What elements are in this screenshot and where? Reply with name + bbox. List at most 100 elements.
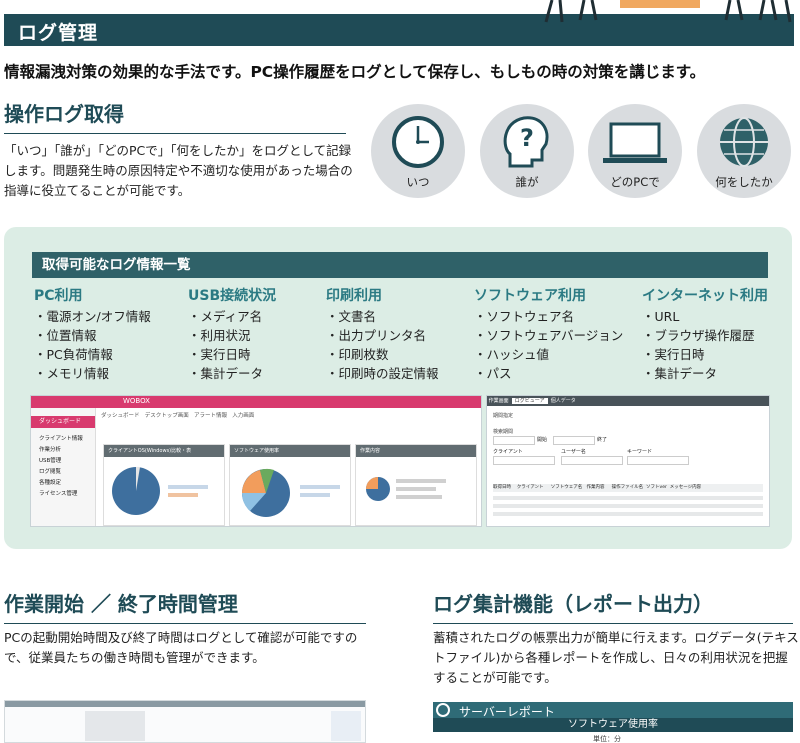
category-item: ・パス (474, 366, 512, 381)
keyword-input[interactable] (627, 456, 689, 465)
log-info-panel: 取得可能なログ情報一覧 PC利用 ・電源オン/オフ情報 ・位置情報 ・PC負荷情… (4, 227, 792, 549)
section-title-work-time: 作業開始 ／ 終了時間管理 (4, 588, 366, 624)
category-item: ・URL (642, 309, 680, 324)
logview-label: 期間指定 (493, 413, 514, 419)
category-title: 印刷利用 (326, 288, 382, 304)
dashboard-brand: WOBOX (123, 397, 150, 405)
svg-text:?: ? (520, 124, 534, 152)
category-item: ・出力プリンタ名 (326, 328, 427, 343)
tab-work[interactable]: 作業画面 (489, 398, 509, 404)
category-item: ・メモリ情報 (34, 366, 110, 381)
table-row (493, 496, 763, 500)
category-title: USB接続状況 (188, 288, 277, 304)
work-time-table-screenshot (4, 700, 366, 743)
section-text-operation-log: 「いつ」「誰が」「どのPCで」「何をしたか」をログとして記録します。問題発生時の… (4, 143, 353, 198)
table-shaded-column (331, 711, 361, 741)
category-item: ・利用状況 (188, 328, 251, 343)
dashboard-sidebar: ダッシュボード クライアント情報 作業分析 USB管理 ログ閲覧 各種設定 ライ… (31, 408, 96, 526)
category-item: ・実行日時 (642, 347, 705, 362)
category-item: ・文書名 (326, 309, 377, 324)
pie-chart-icon (241, 468, 340, 517)
section-text-report: 蓄積されたログの帳票出力が簡単に行えます。ログデータ(テキストファイル)から各種… (433, 630, 799, 685)
dashboard-card: 作業内容 (355, 444, 477, 526)
tab-alert[interactable]: アラート情報 (194, 413, 227, 419)
user-select[interactable] (561, 456, 623, 465)
category-item: ・実行日時 (188, 347, 251, 362)
column-header: ソフトver (646, 485, 667, 490)
report-logo-icon (436, 703, 450, 717)
table-row (493, 512, 763, 516)
tab-input[interactable]: 入力画面 (232, 413, 254, 419)
circle-when: いつ (371, 104, 465, 198)
category-item: ・印刷枚数 (326, 347, 389, 362)
date-start-input[interactable] (493, 436, 535, 445)
circle-which-pc: どのPCで (588, 104, 682, 198)
column-header: 作業内容 (586, 485, 605, 490)
sidebar-item-dashboard[interactable]: ダッシュボード (31, 416, 95, 428)
logview-label: 検索期間 (493, 429, 514, 435)
client-select[interactable] (493, 456, 555, 465)
logview-label: 開始 (537, 437, 548, 443)
column-header: クライアント (516, 485, 544, 490)
logview-label: 終了 (597, 437, 608, 443)
sidebar-item[interactable]: USB管理 (31, 456, 95, 467)
column-header: ソフトウェア名 (550, 485, 583, 490)
table-row (493, 504, 763, 508)
category-title: インターネット利用 (642, 288, 768, 304)
category-item: ・電源オン/オフ情報 (34, 309, 151, 324)
circle-what: 何をしたか (697, 104, 791, 198)
logview-screenshot: 作業画面 ログビューア 個人データ 期間指定 検索期間 開始 終了 クライアント… (486, 395, 770, 527)
category-print: 印刷利用 ・文書名 ・出力プリンタ名 ・印刷枚数 ・印刷時の設定情報 (326, 285, 439, 383)
report-title: サーバーレポート (459, 705, 555, 719)
sidebar-item[interactable]: ログ閲覧 (31, 467, 95, 478)
category-item: ・ブラウザ操作履歴 (642, 328, 755, 343)
column-header: メッセージ内容 (669, 485, 702, 490)
sidebar-item[interactable]: 作業分析 (31, 445, 95, 456)
sidebar-item[interactable]: ライセンス管理 (31, 489, 95, 500)
card-title: ソフトウェア使用率 (230, 445, 350, 457)
logview-table-header: 取得日時 クライアント ソフトウェア名 作業内容 操作ファイル名 ソフトver … (493, 484, 763, 492)
category-title: PC利用 (34, 288, 83, 304)
tab-desktop[interactable]: デスクトップ画面 (145, 413, 189, 419)
pie-chart-icon (112, 466, 208, 515)
category-title: ソフトウェア利用 (474, 288, 586, 304)
tab-log-viewer[interactable]: ログビューア (511, 398, 548, 404)
date-end-input[interactable] (553, 436, 595, 445)
report-subtitle: ソフトウェア使用率 (433, 718, 793, 732)
dashboard-tabs: ダッシュボード デスクトップ画面 アラート情報 入力画面 (101, 411, 254, 419)
circle-who: ? 誰が (480, 104, 574, 198)
category-item: ・メディア名 (188, 309, 263, 324)
category-usb: USB接続状況 ・メディア名 ・利用状況 ・実行日時 ・集計データ (188, 285, 276, 383)
tab-personal[interactable]: 個人データ (551, 398, 576, 404)
report-header: サーバーレポート (433, 702, 793, 719)
dashboard-screenshot: WOBOX ダッシュボード クライアント情報 作業分析 USB管理 ログ閲覧 各… (30, 395, 482, 527)
category-item: ・集計データ (188, 366, 264, 381)
sidebar-item[interactable]: 各種設定 (31, 478, 95, 489)
tab-dashboard[interactable]: ダッシュボード (101, 413, 140, 419)
logview-label: ユーザー名 (561, 449, 586, 455)
column-header: 操作ファイル名 (611, 485, 644, 490)
banner-title: ログ管理 (18, 22, 99, 44)
pie-chart-icon (366, 477, 446, 501)
category-item: ・位置情報 (34, 328, 97, 343)
category-pc: PC利用 ・電源オン/オフ情報 ・位置情報 ・PC負荷情報 ・メモリ情報 (34, 285, 151, 383)
server-report-screenshot: サーバーレポート ソフトウェア使用率 単位：分 (433, 702, 793, 743)
sidebar-item[interactable]: クライアント情報 (31, 434, 95, 445)
card-title: 作業内容 (356, 445, 476, 457)
dashboard-card: ソフトウェア使用率 (229, 444, 351, 526)
category-item: ・印刷時の設定情報 (326, 366, 439, 381)
circle-label: いつ (406, 175, 430, 189)
logview-label: クライアント (493, 449, 523, 455)
category-item: ・PC負荷情報 (34, 347, 113, 362)
category-item: ・ソフトウェア名 (474, 309, 575, 324)
category-internet: インターネット利用 ・URL ・ブラウザ操作履歴 ・実行日時 ・集計データ (642, 285, 768, 383)
dashboard-header: WOBOX (31, 396, 481, 408)
report-unit: 単位：分 (593, 735, 621, 743)
logview-tabs: 作業画面 ログビューア 個人データ (487, 396, 769, 406)
section-title-operation-log: 操作ログ取得 (4, 98, 346, 134)
category-item: ・ソフトウェアバージョン (474, 328, 624, 343)
table-shaded-column (85, 711, 145, 741)
people-illustration-icon (544, 0, 792, 23)
table-header-bar (5, 701, 365, 707)
section-title-report: ログ集計機能（レポート出力） (433, 588, 793, 624)
